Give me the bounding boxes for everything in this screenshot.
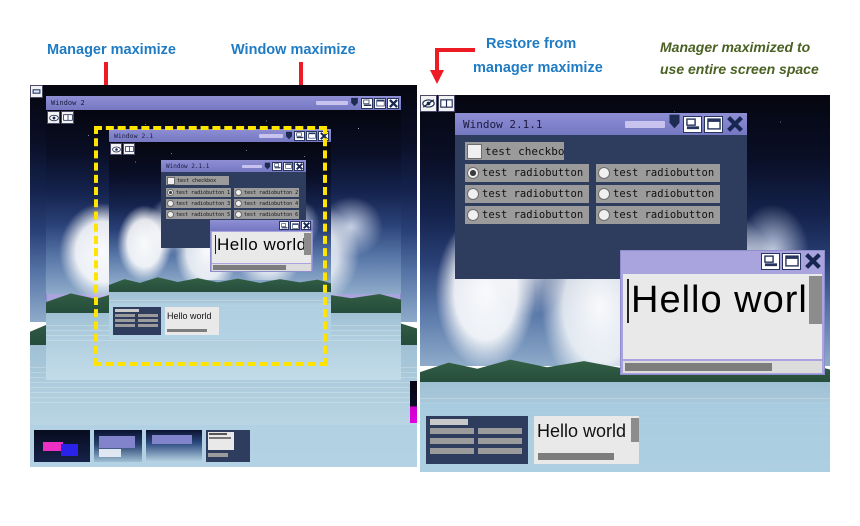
radio-4[interactable]: test radiobutton 4 bbox=[596, 185, 720, 203]
radio-dot[interactable] bbox=[598, 209, 610, 221]
hello-world-titlebar[interactable] bbox=[620, 250, 825, 272]
hello-world-window[interactable]: Hello world bbox=[620, 250, 825, 375]
shield-icon[interactable] bbox=[668, 114, 681, 134]
window-2-titlebar[interactable]: Window 2 bbox=[46, 96, 401, 110]
right-desktop-tools[interactable] bbox=[420, 95, 455, 112]
close-button[interactable] bbox=[387, 97, 399, 109]
close-button[interactable] bbox=[803, 253, 822, 270]
opacity-slider[interactable] bbox=[625, 120, 665, 128]
book-icon[interactable] bbox=[61, 111, 74, 124]
annotation-manager-maximize: Manager maximize bbox=[47, 42, 176, 58]
minimize-button[interactable] bbox=[683, 115, 702, 133]
maximize-button[interactable] bbox=[704, 115, 723, 133]
radio-dot[interactable] bbox=[467, 209, 479, 221]
checkbox-label: test checkbox bbox=[485, 144, 564, 158]
radio-5[interactable]: test radiobutton 5 bbox=[465, 206, 589, 224]
eye-icon[interactable] bbox=[47, 111, 60, 124]
radio-label: test radiobutton 2 bbox=[613, 167, 720, 179]
horizontal-scrollbar[interactable] bbox=[623, 361, 822, 373]
window-2-title: Window 2 bbox=[51, 99, 85, 107]
opacity-slider[interactable] bbox=[316, 101, 348, 105]
radio-dot[interactable] bbox=[598, 188, 610, 200]
radio-dot[interactable] bbox=[467, 167, 479, 179]
left-desktop[interactable]: Window 2 Window 2.1 Window 2.1.1 test ch… bbox=[30, 85, 417, 467]
minimize-button[interactable] bbox=[761, 252, 780, 270]
book-icon[interactable] bbox=[438, 95, 455, 112]
text-editor[interactable]: Hello world bbox=[623, 274, 822, 359]
annotation-manager-note-line2: use entire screen space bbox=[660, 61, 819, 77]
window-2-1-1-title: Window 2.1.1 bbox=[463, 117, 543, 131]
minimize-button[interactable] bbox=[361, 97, 373, 109]
hello-world-text: Hello world bbox=[631, 279, 822, 321]
radio-dot[interactable] bbox=[598, 167, 610, 179]
right-edge-indicator[interactable] bbox=[410, 381, 417, 423]
window-2-1-1-titlebar[interactable]: Window 2.1.1 bbox=[455, 113, 747, 135]
taskbar-thumb-1[interactable] bbox=[34, 430, 90, 462]
radio-label: test radiobutton 1 bbox=[482, 167, 589, 179]
radio-dot[interactable] bbox=[467, 188, 479, 200]
radio-label: test radiobutton 4 bbox=[613, 188, 720, 200]
hello-world-client[interactable]: Hello world bbox=[620, 272, 825, 375]
checkbox-test-checkbox[interactable]: test checkbox bbox=[465, 142, 564, 160]
left-desktop-tools[interactable] bbox=[30, 85, 43, 98]
checkbox-box[interactable] bbox=[467, 143, 482, 159]
maximize-button[interactable] bbox=[374, 97, 386, 109]
annotation-restore-line2: manager maximize bbox=[473, 60, 603, 76]
horizontal-scroll-thumb[interactable] bbox=[625, 363, 773, 371]
manager-maximize-selection bbox=[94, 126, 327, 366]
radio-label: test radiobutton 5 bbox=[482, 209, 589, 221]
annotation-manager-note-line1: Manager maximized to bbox=[660, 39, 811, 55]
annotation-restore-line1: Restore from bbox=[486, 36, 577, 52]
right-desktop[interactable]: Window 2.1.1 test checkbox test radiobut… bbox=[420, 95, 830, 472]
hello-world-text: Hello world bbox=[537, 421, 627, 441]
radio-3[interactable]: test radiobutton 3 bbox=[465, 185, 589, 203]
vertical-scroll-thumb[interactable] bbox=[809, 276, 822, 324]
close-button[interactable] bbox=[725, 116, 744, 133]
radio-label: test radiobutton 3 bbox=[482, 188, 589, 200]
maximize-button[interactable] bbox=[782, 252, 801, 270]
radio-1[interactable]: test radiobutton 1 bbox=[465, 164, 589, 182]
window-2-tools[interactable] bbox=[47, 111, 74, 124]
taskbar-thumb-hello-world[interactable]: Hello world bbox=[534, 416, 639, 464]
taskbar-thumb-2[interactable] bbox=[94, 430, 142, 462]
right-desktop-taskbar[interactable]: Hello world bbox=[420, 402, 830, 472]
taskbar-thumb-4[interactable] bbox=[206, 430, 250, 462]
taskbar-thumb-window-2-1-1[interactable] bbox=[426, 416, 528, 464]
radio-6[interactable]: test radiobutton 6 bbox=[596, 206, 720, 224]
eye-icon[interactable] bbox=[30, 85, 43, 98]
eye-crossed-icon[interactable] bbox=[420, 95, 437, 112]
text-caret bbox=[627, 279, 629, 323]
radio-label: test radiobutton 6 bbox=[613, 209, 720, 221]
radio-2[interactable]: test radiobutton 2 bbox=[596, 164, 720, 182]
taskbar-thumb-3[interactable] bbox=[146, 430, 202, 462]
annotation-window-maximize: Window maximize bbox=[231, 42, 356, 58]
left-desktop-taskbar[interactable] bbox=[30, 425, 417, 467]
